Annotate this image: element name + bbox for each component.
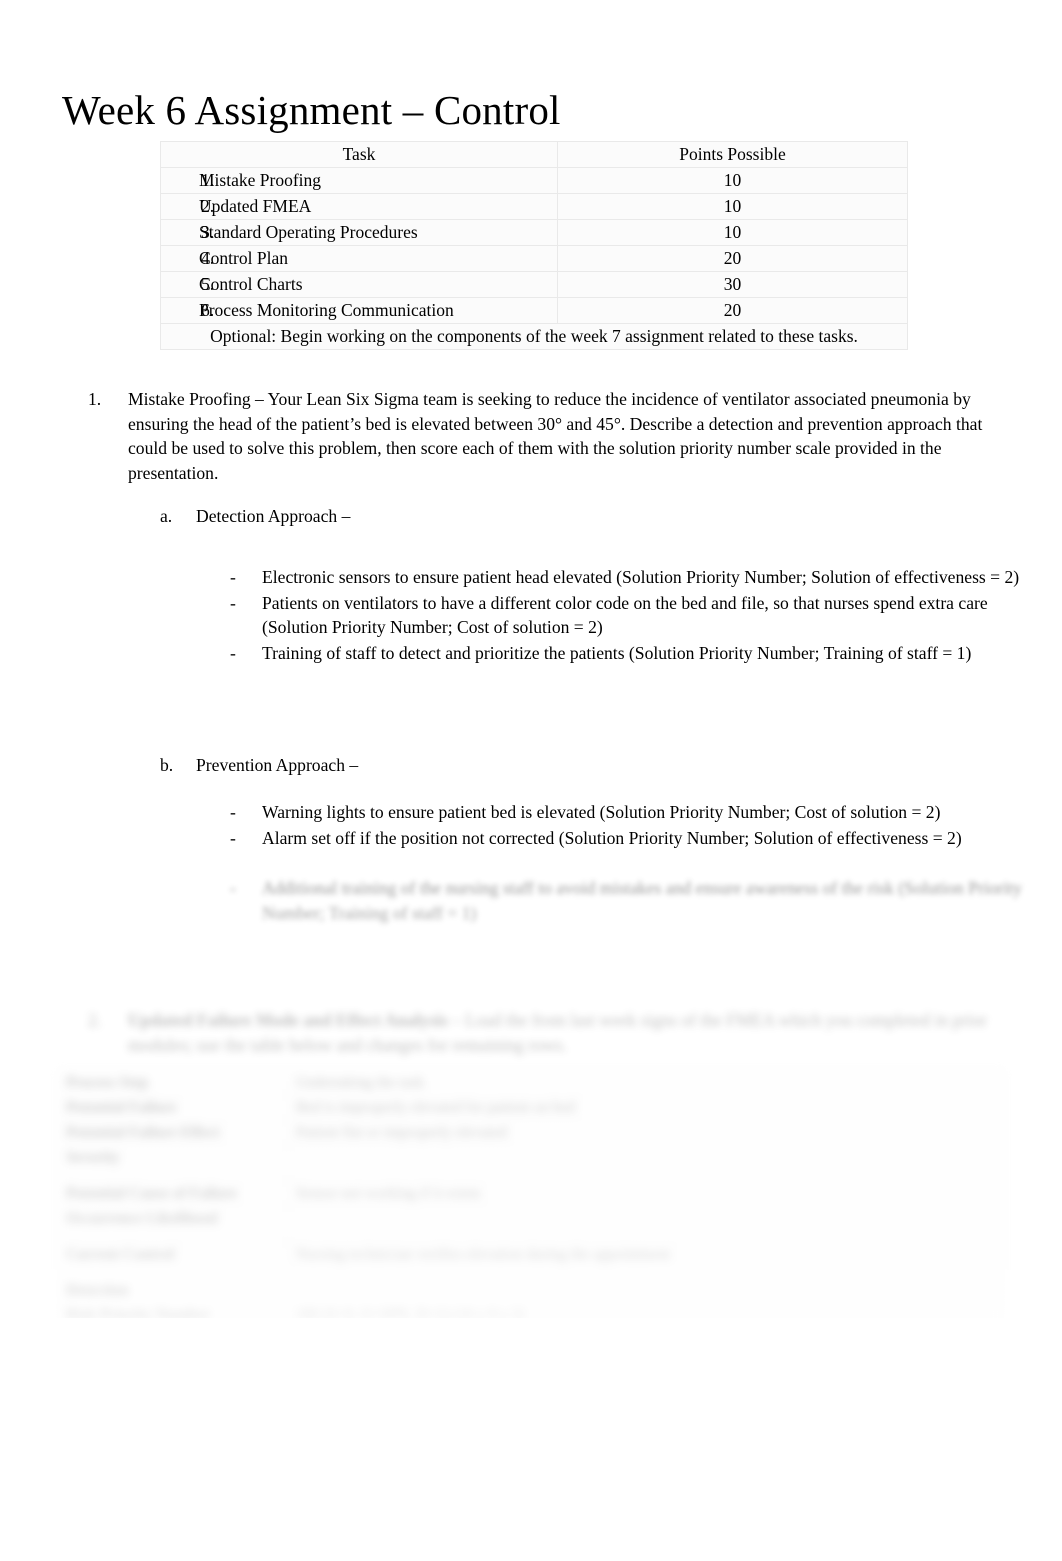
task-number: 3.	[201, 222, 215, 242]
fmea-value: Undertaking the task	[287, 1070, 1005, 1096]
task-cell: 1. Mistake Proofing	[160, 167, 558, 194]
table-row: Potential Failure Effect Patient flat or…	[58, 1120, 1005, 1146]
dash-bullet-icon: -	[230, 642, 236, 663]
table-row: 2. Updated FMEA 10	[160, 193, 908, 220]
points-cell: 20	[557, 297, 908, 324]
table-row: Process Step Undertaking the task	[58, 1070, 1005, 1096]
task-label: Process Monitoring Communication	[199, 300, 454, 320]
table-row: 5. Control Charts 30	[160, 271, 908, 298]
document-page: Week 6 Assignment – Control Task Points …	[0, 0, 1062, 1561]
table-row: Detection	[58, 1278, 1005, 1304]
column-header-task: Task	[160, 141, 558, 168]
task-cell: 5. Control Charts	[160, 271, 558, 298]
list-item-text: Training of staff to detect and prioriti…	[262, 642, 972, 663]
list-item: - Patients on ventilators to have a diff…	[230, 591, 1030, 640]
fmea-value	[287, 1145, 1005, 1182]
fmea-table-container: Process Step Undertaking the task Potent…	[58, 1070, 1005, 1329]
fmea-key: Occurrence Likelihood	[58, 1206, 289, 1243]
list-marker: 1.	[88, 389, 102, 409]
points-cell: 20	[557, 245, 908, 272]
fmea-key: Current Control	[58, 1242, 289, 1279]
table-row: 1. Mistake Proofing 10	[160, 167, 908, 194]
list-marker: 2.	[88, 1010, 102, 1030]
table-header-row: Task Points Possible	[160, 141, 908, 168]
list-item: - Electronic sensors to ensure patient h…	[230, 565, 1030, 590]
points-cell: 10	[557, 193, 908, 220]
table-footer-row: Optional: Begin working on the component…	[160, 323, 908, 350]
list-item-detection-approach: a. Detection Approach –	[160, 504, 1020, 529]
fmea-value: Sensor not working if it exists	[287, 1181, 1005, 1207]
list-item-prevention-approach: b. Prevention Approach –	[160, 753, 1020, 778]
list-item-text: Mistake Proofing – Your Lean Six Sigma t…	[128, 389, 983, 483]
points-table: Task Points Possible 1. Mistake Proofing…	[160, 141, 908, 350]
task-cell: 4. Control Plan	[160, 245, 558, 272]
fmea-value: Patient flat or improperly elevated	[287, 1120, 1005, 1146]
column-header-points: Points Possible	[557, 141, 908, 168]
list-marker: b.	[160, 755, 174, 775]
points-cell: 10	[557, 167, 908, 194]
list-item-updated-fmea: 2. Updated Failure Mode and Effect Analy…	[88, 1008, 993, 1058]
fmea-bold-lead: Updated Failure Mode and Effect Analysis	[128, 1010, 448, 1030]
page-bottom-blank	[0, 1318, 1062, 1561]
task-number: 4.	[201, 248, 215, 268]
table-row: Potential Cause of Failure Sensor not wo…	[58, 1181, 1005, 1207]
fmea-key: Potential Failure	[58, 1095, 289, 1121]
fmea-table: Process Step Undertaking the task Potent…	[58, 1070, 1005, 1329]
list-item: - Additional training of the nursing sta…	[230, 876, 1030, 925]
optional-note: Optional: Begin working on the component…	[160, 323, 908, 350]
points-cell: 10	[557, 219, 908, 246]
table-row: 4. Control Plan 20	[160, 245, 908, 272]
task-cell: 3. Standard Operating Procedures	[160, 219, 558, 246]
table-row: 3. Standard Operating Procedures 10	[160, 219, 908, 246]
fmea-key: Severity	[58, 1145, 289, 1182]
dash-bullet-icon: -	[230, 567, 236, 587]
table-row: 6. Process Monitoring Communication 20	[160, 297, 908, 324]
prevention-bullet-list: - Warning lights to ensure patient bed i…	[230, 800, 1030, 851]
points-table-container: Task Points Possible 1. Mistake Proofing…	[160, 141, 908, 350]
fmea-key: Detection	[58, 1278, 289, 1304]
fmea-value	[287, 1206, 1005, 1243]
prevention-heading: Prevention Approach –	[196, 755, 359, 775]
list-item-text: Warning lights to ensure patient bed is …	[262, 802, 941, 822]
list-item-text: Additional training of the nursing staff…	[262, 878, 1022, 923]
task-number: 1.	[201, 170, 215, 190]
points-cell: 30	[557, 271, 908, 298]
table-row: Potential Failure Bed is improperly elev…	[58, 1095, 1005, 1121]
task-cell: 2. Updated FMEA	[160, 193, 558, 220]
list-item-text: Patients on ventilators to have a differ…	[262, 592, 988, 638]
page-title: Week 6 Assignment – Control	[62, 87, 561, 134]
fmea-key: Potential Cause of Failure	[58, 1181, 289, 1207]
blurred-preview-region: - Additional training of the nursing sta…	[0, 866, 1062, 1336]
fmea-value: Nursing technician verifies elevation du…	[287, 1242, 1005, 1279]
fmea-key: Potential Failure Effect	[58, 1120, 289, 1146]
task-number: 6.	[201, 300, 215, 320]
task-number: 2.	[201, 196, 215, 216]
table-row: Occurrence Likelihood	[58, 1206, 1005, 1243]
list-item: - Warning lights to ensure patient bed i…	[230, 800, 1030, 825]
dash-bullet-icon: -	[230, 827, 236, 848]
list-item-text: Alarm set off if the position not correc…	[262, 827, 962, 848]
table-row: Severity	[58, 1145, 1005, 1182]
task-number: 5.	[201, 274, 215, 294]
list-item: - Alarm set off if the position not corr…	[230, 826, 1030, 851]
dash-bullet-icon: -	[230, 592, 236, 613]
prevention-bullet-list-faded: - Additional training of the nursing sta…	[230, 876, 1030, 926]
list-item-mistake-proofing: 1. Mistake Proofing – Your Lean Six Sigm…	[88, 387, 993, 486]
list-item-text: Updated Failure Mode and Effect Analysis…	[128, 1008, 993, 1058]
list-marker: a.	[160, 506, 173, 526]
table-row: Current Control Nursing technician verif…	[58, 1242, 1005, 1279]
dash-bullet-icon: -	[230, 878, 236, 898]
fmea-value	[287, 1278, 1005, 1304]
fmea-key: Process Step	[58, 1070, 289, 1096]
list-item-text: Electronic sensors to ensure patient hea…	[262, 567, 1020, 587]
detection-bullet-list: - Electronic sensors to ensure patient h…	[230, 565, 1030, 667]
fmea-value: Bed is improperly elevated for patient o…	[287, 1095, 1005, 1121]
detection-heading: Detection Approach –	[196, 506, 351, 526]
dash-bullet-icon: -	[230, 802, 236, 822]
task-label: Standard Operating Procedures	[199, 222, 418, 242]
list-item: - Training of staff to detect and priori…	[230, 641, 1030, 666]
task-cell: 6. Process Monitoring Communication	[160, 297, 558, 324]
